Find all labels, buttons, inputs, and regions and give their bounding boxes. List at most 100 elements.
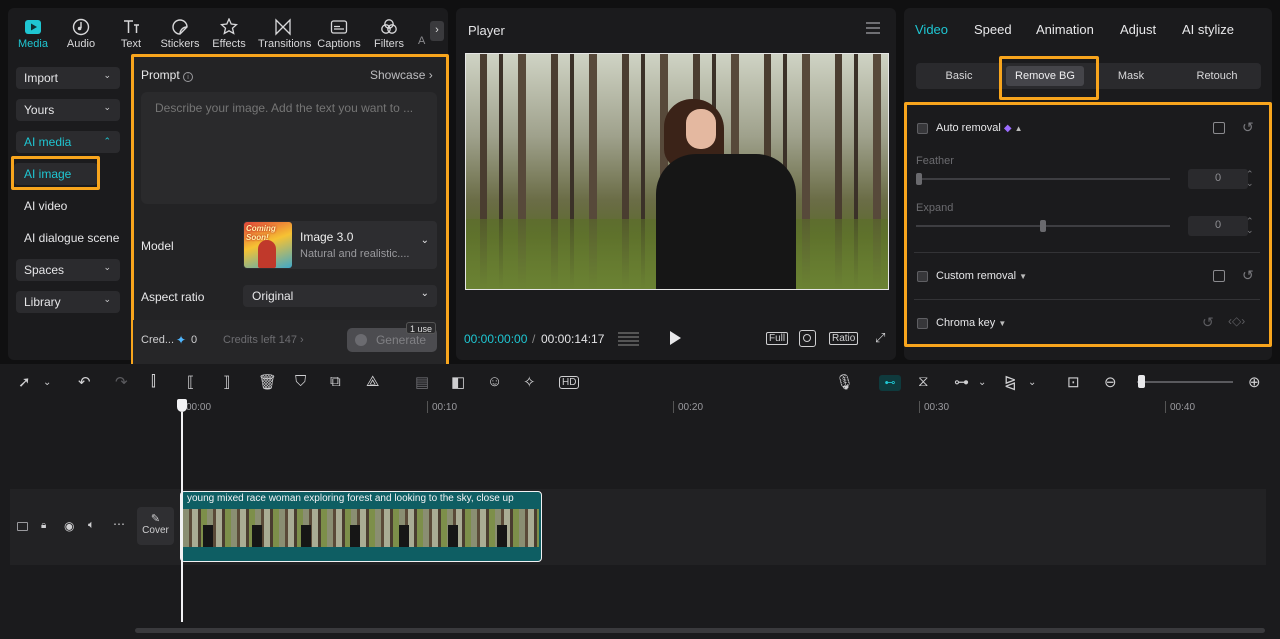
visibility-icon[interactable]: ◉: [64, 519, 74, 533]
split-icon[interactable]: ⫿: [151, 373, 156, 390]
chroma-key-reset-icon[interactable]: ↺: [1202, 314, 1214, 331]
expand-value[interactable]: 0: [1188, 216, 1248, 236]
auto-removal-reset-icon[interactable]: ↺: [1242, 119, 1254, 136]
generate-sparkle-icon: [355, 334, 367, 346]
tab-more-label[interactable]: A: [418, 35, 425, 47]
divider: [914, 252, 1260, 253]
track-split-icon[interactable]: ⧎: [1004, 373, 1017, 391]
tab-filters[interactable]: Filters: [364, 14, 414, 50]
aspect-ratio-select[interactable]: Original ⌄: [243, 285, 437, 307]
feather-value[interactable]: 0: [1188, 169, 1248, 189]
tab-adjust[interactable]: Adjust: [1120, 22, 1156, 37]
auto-removal-checkbox[interactable]: [917, 123, 928, 134]
fullscreen-icon[interactable]: ⤢: [875, 331, 888, 344]
stickers-icon: [172, 19, 188, 35]
microphone-icon[interactable]: 🎙: [835, 373, 854, 391]
feather-slider[interactable]: [916, 178, 1170, 180]
tab-audio[interactable]: Audio: [56, 14, 106, 50]
tab-media[interactable]: Media: [8, 14, 58, 50]
fit-timeline-icon[interactable]: ⊡: [1067, 373, 1080, 391]
sidebar-import[interactable]: Import ⌄: [16, 67, 120, 89]
magic-wand-icon[interactable]: ✧: [523, 373, 536, 391]
playhead-handle[interactable]: [177, 399, 187, 412]
tab-stickers[interactable]: Stickers: [155, 14, 205, 50]
smart-cut-icon[interactable]: ⟁: [366, 373, 379, 390]
tab-ai-stylize[interactable]: AI stylize: [1182, 22, 1234, 37]
freeze-frame-icon[interactable]: ▤: [415, 373, 429, 391]
auto-removal-edit-icon[interactable]: [1213, 122, 1225, 134]
segment-retouch[interactable]: Retouch: [1178, 66, 1256, 86]
mirror-icon[interactable]: ◧: [451, 373, 465, 391]
player-menu-icon[interactable]: [866, 22, 880, 34]
timeline-scrollbar[interactable]: [135, 628, 1265, 633]
ai-avatar-icon[interactable]: ☺: [487, 373, 502, 390]
more-options-icon[interactable]: ⋯: [113, 517, 125, 531]
custom-removal-edit-icon[interactable]: [1213, 270, 1225, 282]
redo-icon[interactable]: ↷: [115, 373, 128, 391]
use-badge: 1 use: [406, 322, 437, 334]
chevron-down-icon[interactable]: ⌄: [978, 377, 986, 388]
sidebar-item-ai-video[interactable]: AI video: [24, 199, 67, 213]
split-right-icon[interactable]: ⟧: [223, 373, 230, 391]
tab-video[interactable]: Video: [915, 22, 948, 37]
hd-icon[interactable]: HD: [559, 376, 580, 389]
waveform-icon[interactable]: [618, 331, 639, 346]
playhead-line[interactable]: [181, 412, 183, 622]
segment-mask[interactable]: Mask: [1092, 66, 1170, 86]
zoom-slider-handle[interactable]: [1138, 375, 1145, 388]
zoom-out-icon[interactable]: ⊖: [1104, 373, 1117, 391]
volume-icon[interactable]: 🔈︎: [88, 519, 95, 532]
prompt-input[interactable]: [141, 92, 437, 204]
full-button[interactable]: Full: [766, 332, 789, 345]
tab-animation[interactable]: Animation: [1036, 22, 1094, 37]
split-left-icon[interactable]: ⟦: [187, 373, 194, 391]
segment-basic[interactable]: Basic: [920, 66, 998, 86]
ai-image-highlight: [11, 156, 100, 190]
chevron-down-icon[interactable]: ⌄: [43, 377, 51, 388]
chevron-down-icon[interactable]: ⌄: [1028, 377, 1036, 388]
chevron-down-icon: ⌄: [420, 288, 429, 299]
caret-down-icon: ▼: [998, 319, 1007, 328]
expand-slider-handle[interactable]: [1040, 220, 1046, 232]
custom-removal-reset-icon[interactable]: ↺: [1242, 267, 1254, 284]
custom-removal-checkbox[interactable]: [917, 271, 928, 282]
sidebar-library[interactable]: Library ⌄: [16, 291, 120, 313]
play-button[interactable]: [670, 331, 681, 345]
undo-icon[interactable]: ↶: [78, 373, 91, 391]
tab-text[interactable]: Text: [106, 14, 156, 50]
model-select[interactable]: Coming Soon! Image 3.0 Natural and reali…: [243, 221, 437, 269]
link-clips-icon[interactable]: ⊶: [954, 373, 969, 391]
feather-slider-handle[interactable]: [916, 173, 922, 185]
mark-icon[interactable]: ⛉: [295, 373, 306, 390]
zoom-slider[interactable]: [1137, 381, 1233, 383]
expand-stepper[interactable]: ⌃ ⌄: [1246, 217, 1254, 235]
chroma-key-checkbox[interactable]: [917, 318, 928, 329]
magnet-snap-toggle[interactable]: ⊷: [879, 375, 901, 391]
cover-button[interactable]: ✎ Cover: [137, 507, 174, 545]
feather-stepper[interactable]: ⌃ ⌄: [1246, 170, 1254, 188]
tabs-scroll-right-button[interactable]: ›: [430, 21, 444, 41]
credits-left-link[interactable]: Credits left 147 ›: [223, 334, 304, 346]
video-clip[interactable]: young mixed race woman exploring forest …: [180, 491, 542, 562]
crop-preview-icon[interactable]: [799, 330, 816, 347]
auto-removal-label: Auto removal ◆ ▲: [936, 122, 1023, 134]
sidebar-item-ai-dialogue[interactable]: AI dialogue scene: [24, 231, 119, 245]
ratio-button[interactable]: Ratio: [829, 332, 859, 345]
tab-speed[interactable]: Speed: [974, 22, 1012, 37]
tab-transitions[interactable]: Transitions: [258, 14, 311, 50]
zoom-in-icon[interactable]: ⊕: [1248, 373, 1261, 391]
crop-icon[interactable]: ⧉: [330, 373, 341, 390]
tick-label-2: 00:20: [678, 402, 704, 413]
select-tool-icon[interactable]: ➚: [18, 373, 31, 391]
sidebar-yours[interactable]: Yours ⌄: [16, 99, 120, 121]
delete-icon[interactable]: 🗑: [258, 373, 277, 391]
tab-captions[interactable]: Captions: [314, 14, 364, 50]
lock-icon[interactable]: 🔒︎: [41, 520, 46, 531]
sidebar-ai-media[interactable]: AI media ⌃: [16, 131, 120, 153]
tab-effects[interactable]: Effects: [204, 14, 254, 50]
expand-label: Expand: [916, 202, 954, 214]
preview-axis-icon[interactable]: ⧖: [918, 373, 929, 390]
keyframe-nav-icon[interactable]: ‹◇›: [1228, 314, 1245, 328]
showcase-link[interactable]: Showcase ›: [370, 68, 433, 82]
sidebar-spaces[interactable]: Spaces ⌄: [16, 259, 120, 281]
